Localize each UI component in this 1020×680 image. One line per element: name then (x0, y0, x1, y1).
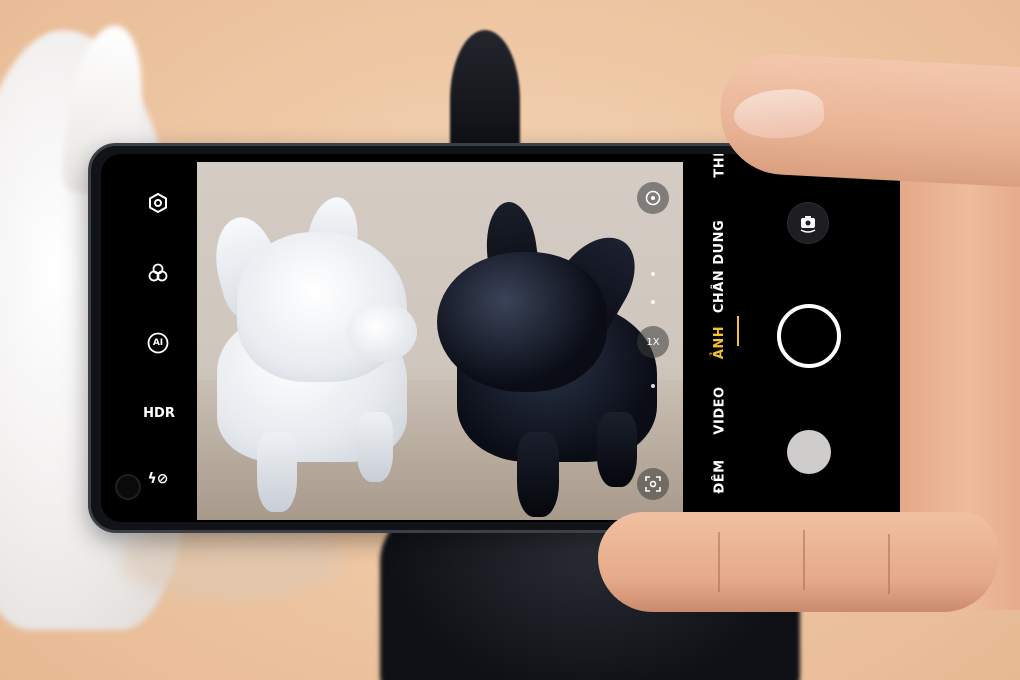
shutter-button[interactable] (777, 304, 841, 368)
hdr-toggle[interactable]: HDR (139, 398, 179, 428)
flash-off-icon[interactable]: ϟ⊘ (143, 464, 173, 494)
camera-switch-icon (800, 216, 816, 233)
settings-icon[interactable] (143, 188, 173, 218)
filter-icon[interactable] (143, 258, 173, 288)
finger-crease (888, 534, 890, 594)
camera-viewfinder[interactable]: 1X (197, 162, 683, 520)
zoom-label: 1X (646, 336, 660, 348)
black-dog-leg (597, 412, 637, 487)
gallery-thumbnail[interactable] (787, 430, 831, 474)
front-camera-punch-hole (115, 474, 141, 500)
switch-camera-button[interactable] (787, 202, 829, 244)
mode-night[interactable]: ĐÊM (697, 416, 743, 522)
camera-screen: AI HDR ϟ⊘ 1X THỂ CHÂN DUNG ẢNH VIDEO ĐÊM (101, 154, 927, 522)
zoom-level-dot[interactable] (651, 384, 655, 388)
ai-icon[interactable]: AI (143, 328, 173, 358)
mode-label: THỂ (712, 154, 728, 178)
camera-left-toolbar: AI HDR ϟ⊘ (101, 154, 191, 522)
black-dog-leg (517, 432, 559, 517)
hand-fingers (598, 512, 998, 612)
finger-crease (718, 532, 720, 592)
portrait-beauty-icon[interactable] (637, 182, 669, 214)
white-dog-snout (347, 302, 417, 362)
finger-crease (803, 530, 805, 590)
flash-off-glyph: ϟ⊘ (147, 471, 169, 487)
white-dog-leg (257, 432, 297, 512)
zoom-level-dot[interactable] (651, 300, 655, 304)
black-dog-head (437, 252, 607, 392)
white-dog-leg (357, 412, 393, 482)
active-mode-indicator (737, 316, 739, 346)
hdr-label: HDR (143, 405, 175, 421)
zoom-level-dot[interactable] (651, 272, 655, 276)
ai-label: AI (152, 338, 164, 348)
scan-lens-icon[interactable] (637, 468, 669, 500)
zoom-button[interactable]: 1X (637, 326, 669, 358)
mode-label: ĐÊM (712, 458, 728, 494)
smartphone: AI HDR ϟ⊘ 1X THỂ CHÂN DUNG ẢNH VIDEO ĐÊM (88, 143, 940, 533)
